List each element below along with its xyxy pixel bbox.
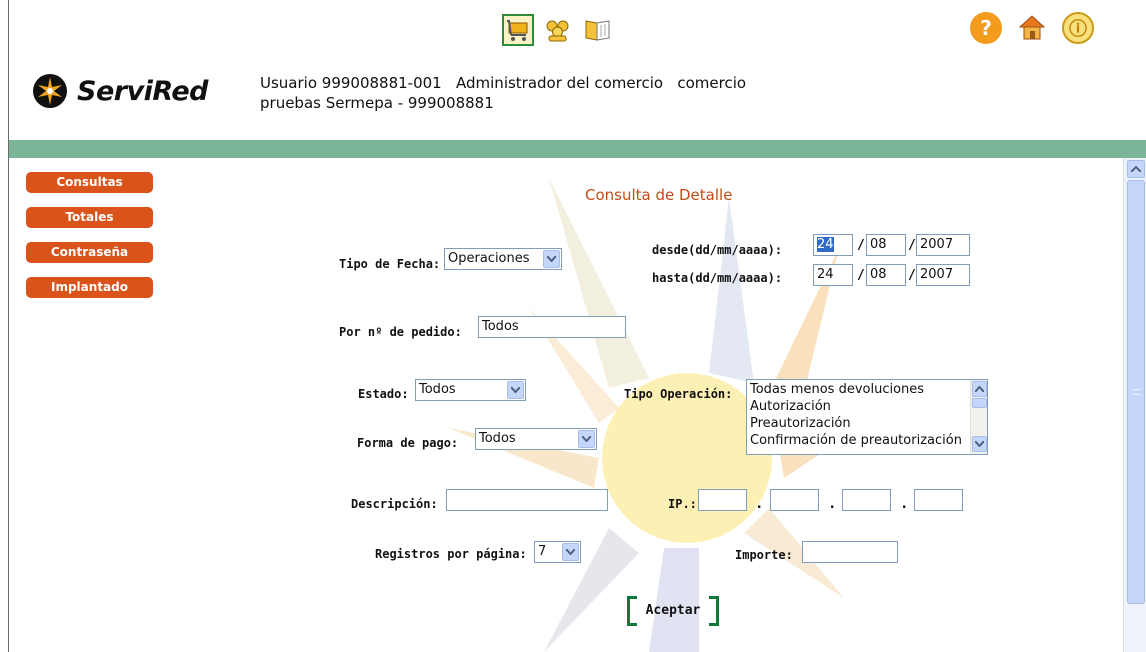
hasta-slash-2: / <box>908 268 916 283</box>
pedido-input[interactable]: Todos <box>478 316 626 338</box>
hasta-slash-1: / <box>857 268 865 283</box>
desde-year-input[interactable]: 2007 <box>916 234 970 256</box>
registros-value: 7 <box>538 544 547 559</box>
listbox-scroll-thumb[interactable] <box>972 398 987 408</box>
users-icon[interactable] <box>542 14 574 46</box>
hasta-year-value: 2007 <box>920 267 954 282</box>
aceptar-label: Aceptar <box>645 603 701 618</box>
servired-logo: ServiRed <box>31 72 209 110</box>
home-icon[interactable] <box>1016 12 1048 44</box>
sidebar-item-consultas[interactable]: Consultas <box>26 172 153 193</box>
ip-octet-1-input[interactable] <box>698 489 747 511</box>
button-bracket-right <box>709 596 719 626</box>
hasta-month-input[interactable]: 08 <box>866 264 906 286</box>
tipo-operacion-option[interactable]: Confirmación de preautorización <box>750 432 984 449</box>
desde-slash-1: / <box>857 238 865 253</box>
tipo-operacion-label: Tipo Operación: <box>624 387 733 401</box>
user-info: Usuario 999008881-001 Administrador del … <box>260 73 900 113</box>
hasta-day-value: 24 <box>817 267 834 282</box>
chevron-down-icon <box>543 250 560 268</box>
user-info-line-1: Usuario 999008881-001 Administrador del … <box>260 74 747 92</box>
ip-dot-1: . <box>755 496 764 512</box>
app-frame: ? ⓘ ServiRed Usuario 999008881-001 Admin… <box>8 0 1146 652</box>
pedido-label: Por nº de pedido: <box>339 325 462 339</box>
chevron-down-icon <box>507 381 524 399</box>
tipo-operacion-listbox[interactable]: Todas menos devoluciones Autorización Pr… <box>746 379 988 455</box>
tipo-fecha-select[interactable]: Operaciones <box>444 248 562 270</box>
sidebar-item-contrasena[interactable]: Contraseña <box>26 242 153 263</box>
chevron-down-icon[interactable] <box>972 436 987 452</box>
power-icon[interactable]: ⓘ <box>1062 12 1094 44</box>
ip-label: IP.: <box>668 497 697 511</box>
listbox-scrollbar[interactable] <box>970 380 987 454</box>
ip-dot-3: . <box>900 496 909 512</box>
chevron-down-icon <box>578 430 595 448</box>
desde-day-input[interactable]: 24 <box>813 234 853 256</box>
estado-value: Todos <box>419 382 456 397</box>
sidebar-item-implantado[interactable]: Implantado <box>26 277 153 298</box>
ip-octet-2-input[interactable] <box>770 489 819 511</box>
logo-text: ServiRed <box>77 75 209 107</box>
page-title: Consulta de Detalle <box>585 186 733 204</box>
estado-label: Estado: <box>358 387 409 401</box>
registros-select[interactable]: 7 <box>534 541 581 563</box>
hasta-year-input[interactable]: 2007 <box>916 264 970 286</box>
scroll-grip <box>1133 389 1141 395</box>
forma-pago-value: Todos <box>479 431 516 446</box>
sidebar-menu: Consultas Totales Contraseña Implantado <box>26 172 153 312</box>
page-scroll-thumb[interactable] <box>1127 180 1145 604</box>
pedido-value: Todos <box>482 319 519 334</box>
chevron-down-icon <box>562 543 579 561</box>
desde-day-value: 24 <box>817 237 834 252</box>
desde-year-value: 2007 <box>920 237 954 252</box>
aceptar-button[interactable]: Aceptar <box>627 596 719 626</box>
help-icon[interactable]: ? <box>970 12 1002 44</box>
importe-input[interactable] <box>802 541 898 563</box>
tipo-operacion-option[interactable]: Todas menos devoluciones <box>750 381 984 398</box>
estado-select[interactable]: Todos <box>415 379 526 401</box>
desde-label: desde(dd/mm/aaaa): <box>652 243 783 257</box>
power-glyph: ⓘ <box>1069 19 1087 40</box>
page-scrollbar[interactable] <box>1123 158 1146 652</box>
top-nav-icons <box>502 14 614 46</box>
header-divider-bar <box>9 140 1146 158</box>
chevron-up-icon[interactable] <box>972 381 987 397</box>
forma-pago-select[interactable]: Todos <box>475 428 597 450</box>
sidebar-item-totales[interactable]: Totales <box>26 207 153 228</box>
tipo-fecha-label: Tipo de Fecha: <box>339 257 441 271</box>
forma-pago-label: Forma de pago: <box>357 436 459 450</box>
chevron-up-icon[interactable] <box>1127 160 1145 178</box>
tipo-operacion-option[interactable]: Autorización <box>750 398 984 415</box>
importe-label: Importe: <box>735 548 793 562</box>
book-icon[interactable] <box>582 14 614 46</box>
tipo-operacion-option[interactable]: Preautorización <box>750 415 984 432</box>
header: ? ⓘ ServiRed Usuario 999008881-001 Admin… <box>9 0 1146 140</box>
servired-logo-mark <box>33 74 67 108</box>
desde-month-value: 08 <box>870 237 887 252</box>
desde-month-input[interactable]: 08 <box>866 234 906 256</box>
cart-icon[interactable] <box>502 14 534 46</box>
help-glyph: ? <box>980 16 992 40</box>
hasta-month-value: 08 <box>870 267 887 282</box>
tipo-fecha-value: Operaciones <box>448 251 530 266</box>
descripcion-label: Descripción: <box>351 497 438 511</box>
main-content: Consulta de Detalle Tipo de Fecha: Opera… <box>9 158 1123 652</box>
hasta-label: hasta(dd/mm/aaaa): <box>652 271 783 285</box>
ip-octet-4-input[interactable] <box>914 489 963 511</box>
button-bracket-left <box>627 596 637 626</box>
descripcion-input[interactable] <box>446 489 608 511</box>
right-nav-icons: ? ⓘ <box>970 12 1094 44</box>
ip-octet-3-input[interactable] <box>842 489 891 511</box>
desde-slash-2: / <box>908 238 916 253</box>
ip-dot-2: . <box>828 496 837 512</box>
user-info-line-2: pruebas Sermepa - 999008881 <box>260 94 494 112</box>
hasta-day-input[interactable]: 24 <box>813 264 853 286</box>
registros-label: Registros por página: <box>375 547 527 561</box>
